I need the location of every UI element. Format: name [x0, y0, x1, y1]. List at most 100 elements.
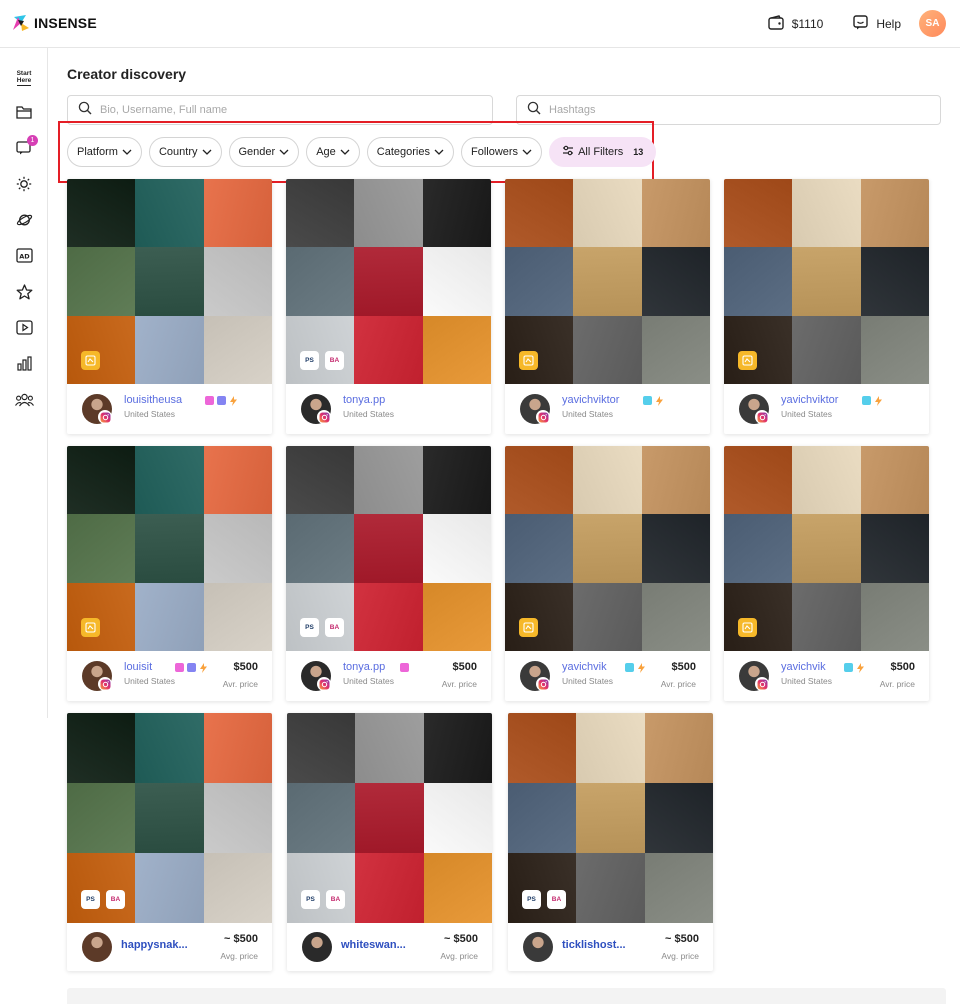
portfolio-image — [422, 179, 491, 248]
filter-platform[interactable]: Platform — [67, 137, 142, 167]
filter-bar: Platform Country Gender Age Categories F… — [67, 137, 657, 167]
sidebar-item-favorites[interactable] — [14, 283, 34, 304]
filter-label: Platform — [77, 146, 118, 158]
creator-card[interactable]: yavichvik United States $500 Avr. price — [724, 446, 929, 701]
sidebar-item-ads[interactable]: AD — [14, 248, 34, 268]
portfolio-image — [792, 446, 861, 515]
creator-username[interactable]: whiteswan... — [341, 939, 406, 951]
user-avatar[interactable]: SA — [919, 10, 946, 37]
creator-info: yavichviktor United States — [505, 384, 710, 434]
creator-card[interactable]: PS BA tonya.pp United States — [286, 179, 491, 434]
filter-age[interactable]: Age — [306, 137, 360, 167]
all-filters-button[interactable]: All Filters 13 — [549, 137, 657, 167]
portfolio-image — [792, 514, 861, 583]
creator-country: United States — [562, 676, 614, 686]
sidebar-item-videos[interactable] — [14, 320, 34, 340]
creator-username[interactable]: louisit — [124, 661, 152, 673]
logo-text: INSENSE — [34, 15, 97, 31]
creator-card[interactable]: yavichviktor United States — [505, 179, 710, 434]
load-more-bar[interactable] — [67, 988, 946, 1004]
creator-username[interactable]: yavichviktor — [562, 394, 619, 406]
feature-badge-icon — [217, 396, 226, 405]
filter-categories[interactable]: Categories — [366, 137, 454, 167]
help-label: Help — [876, 16, 901, 31]
tag-ps: PS — [81, 890, 100, 909]
sidebar-item-analytics[interactable] — [14, 356, 34, 376]
portfolio-image — [354, 179, 423, 248]
chevron-down-icon — [522, 146, 532, 158]
portfolio-image — [355, 853, 424, 923]
portfolio-image — [641, 582, 710, 651]
portfolio-image — [135, 582, 204, 651]
portfolio-image — [287, 783, 356, 853]
portfolio-mosaic[interactable]: PS BA — [286, 446, 491, 651]
sidebar-item-brightness[interactable] — [14, 176, 34, 196]
creator-username[interactable]: tonya.pp — [343, 394, 385, 406]
chevron-down-icon — [122, 146, 132, 158]
creator-card[interactable]: yavichvik United States $500 Avr. price — [505, 446, 710, 701]
balance-amount: $1110 — [791, 16, 824, 31]
hashtags-search-input[interactable] — [549, 104, 940, 116]
creator-username[interactable]: tonya.pp — [343, 661, 385, 673]
avatar[interactable] — [302, 932, 332, 962]
sidebar-item-campaigns[interactable] — [14, 104, 34, 124]
wallet-balance[interactable]: $1110 — [768, 14, 824, 33]
portfolio-mosaic[interactable] — [505, 446, 710, 651]
creator-card[interactable]: louisitheusa United States — [67, 179, 272, 434]
portfolio-image — [286, 582, 355, 651]
creator-card[interactable]: yavichviktor United States — [724, 179, 929, 434]
creator-card[interactable]: PS BA ticklishost... ~ $500 Avg. price — [508, 713, 713, 971]
bio-search-input[interactable] — [100, 104, 492, 116]
filter-gender[interactable]: Gender — [228, 137, 300, 167]
filter-followers[interactable]: Followers — [460, 137, 543, 167]
portfolio-image — [135, 853, 204, 923]
ad-icon: AD — [15, 248, 33, 268]
portfolio-image — [576, 853, 645, 923]
creator-card[interactable]: PS BA happysnak... ~ $500 Avg. price — [67, 713, 272, 971]
creator-info: louisitheusa United States — [67, 384, 272, 434]
avatar[interactable] — [523, 932, 553, 962]
feature-badge-icon — [187, 663, 196, 672]
creator-username[interactable]: yavichvik — [781, 661, 826, 673]
portfolio-mosaic[interactable]: PS BA — [287, 713, 492, 923]
creator-card[interactable]: louisit United States $500 Avr. price — [67, 446, 272, 701]
sidebar-item-messages[interactable]: 1 — [14, 135, 38, 160]
creator-card[interactable]: PS BA whiteswan... ~ $500 Avg. price — [287, 713, 492, 971]
portfolio-mosaic[interactable] — [67, 446, 272, 651]
creator-username[interactable]: ticklishost... — [562, 939, 626, 951]
creator-card[interactable]: PS BA tonya.pp United States $500 Avr. price — [286, 446, 491, 701]
portfolio-image — [67, 179, 136, 248]
creator-username[interactable]: yavichviktor — [781, 394, 838, 406]
portfolio-image — [576, 713, 645, 783]
portfolio-mosaic[interactable] — [724, 446, 929, 651]
creator-username[interactable]: louisitheusa — [124, 394, 182, 406]
portfolio-image — [860, 446, 929, 515]
help-button[interactable]: Help — [853, 14, 901, 33]
portfolio-image — [422, 247, 491, 316]
portfolio-mosaic[interactable]: PS BA — [67, 713, 272, 923]
content-tags: PS BA — [81, 890, 125, 909]
portfolio-mosaic[interactable] — [505, 179, 710, 384]
sidebar-item-start-here[interactable]: Start Here — [14, 68, 34, 88]
filter-country[interactable]: Country — [148, 137, 222, 167]
portfolio-image — [135, 315, 204, 384]
creator-country: United States — [781, 676, 833, 686]
logo[interactable]: INSENSE — [12, 14, 97, 32]
start-here-icon: Start Here — [16, 70, 32, 86]
creator-username[interactable]: yavichvik — [562, 661, 607, 673]
sidebar-item-creators[interactable] — [14, 392, 34, 412]
portfolio-mosaic[interactable] — [724, 179, 929, 384]
portfolio-mosaic[interactable]: PS BA — [508, 713, 713, 923]
portfolio-mosaic[interactable] — [67, 179, 272, 384]
creator-info: yavichvik United States $500 Avr. price — [505, 651, 710, 701]
creator-username[interactable]: happysnak... — [121, 939, 188, 951]
portfolio-image — [505, 446, 574, 515]
avatar[interactable] — [82, 932, 112, 962]
portfolio-image — [203, 582, 272, 651]
portfolio-image — [355, 713, 424, 783]
verified-icon — [643, 396, 652, 405]
portfolio-mosaic[interactable]: PS BA — [286, 179, 491, 384]
portfolio-image — [203, 783, 272, 853]
instagram-icon — [755, 677, 769, 691]
sidebar-item-explore[interactable] — [14, 212, 34, 232]
